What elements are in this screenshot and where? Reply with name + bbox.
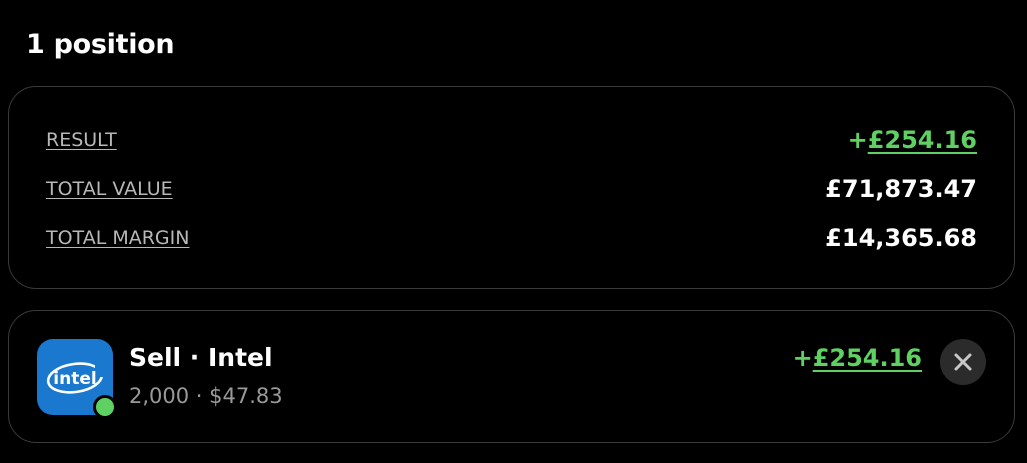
position-subtitle: 2,000 · $47.83 (129, 384, 283, 408)
total-value: £71,873.47 (825, 175, 977, 203)
positions-page: 1 position RESULT +£254.16 TOTAL VALUE £… (0, 0, 1027, 463)
summary-row-total-margin: TOTAL MARGIN £14,365.68 (46, 223, 977, 253)
result-amount: £254.16 (867, 126, 977, 154)
instrument-logo: intel (37, 339, 117, 419)
total-margin-label[interactable]: TOTAL MARGIN (46, 227, 189, 249)
position-result[interactable]: +£254.16 (793, 341, 922, 375)
total-margin: £14,365.68 (825, 224, 977, 252)
position-result-sign: + (792, 344, 813, 372)
result-label[interactable]: RESULT (46, 129, 117, 151)
position-title: Sell · Intel (129, 343, 273, 372)
intel-logo-icon: intel (46, 362, 105, 394)
close-position-button[interactable] (940, 339, 986, 385)
position-card[interactable]: intel Sell · Intel 2,000 · $47.83 +£254.… (8, 310, 1015, 443)
summary-row-result: RESULT +£254.16 (46, 125, 977, 155)
summary-card: RESULT +£254.16 TOTAL VALUE £71,873.47 T… (8, 86, 1015, 289)
intel-logo-text: intel (53, 369, 96, 389)
result-sign: + (847, 126, 868, 154)
status-dot-icon (93, 395, 117, 419)
page-title: 1 position (26, 29, 175, 60)
result-value[interactable]: +£254.16 (848, 126, 977, 154)
close-icon (954, 353, 972, 371)
position-result-amount: £254.16 (812, 344, 922, 372)
summary-row-total-value: TOTAL VALUE £71,873.47 (46, 174, 977, 204)
total-value-label[interactable]: TOTAL VALUE (46, 178, 173, 200)
